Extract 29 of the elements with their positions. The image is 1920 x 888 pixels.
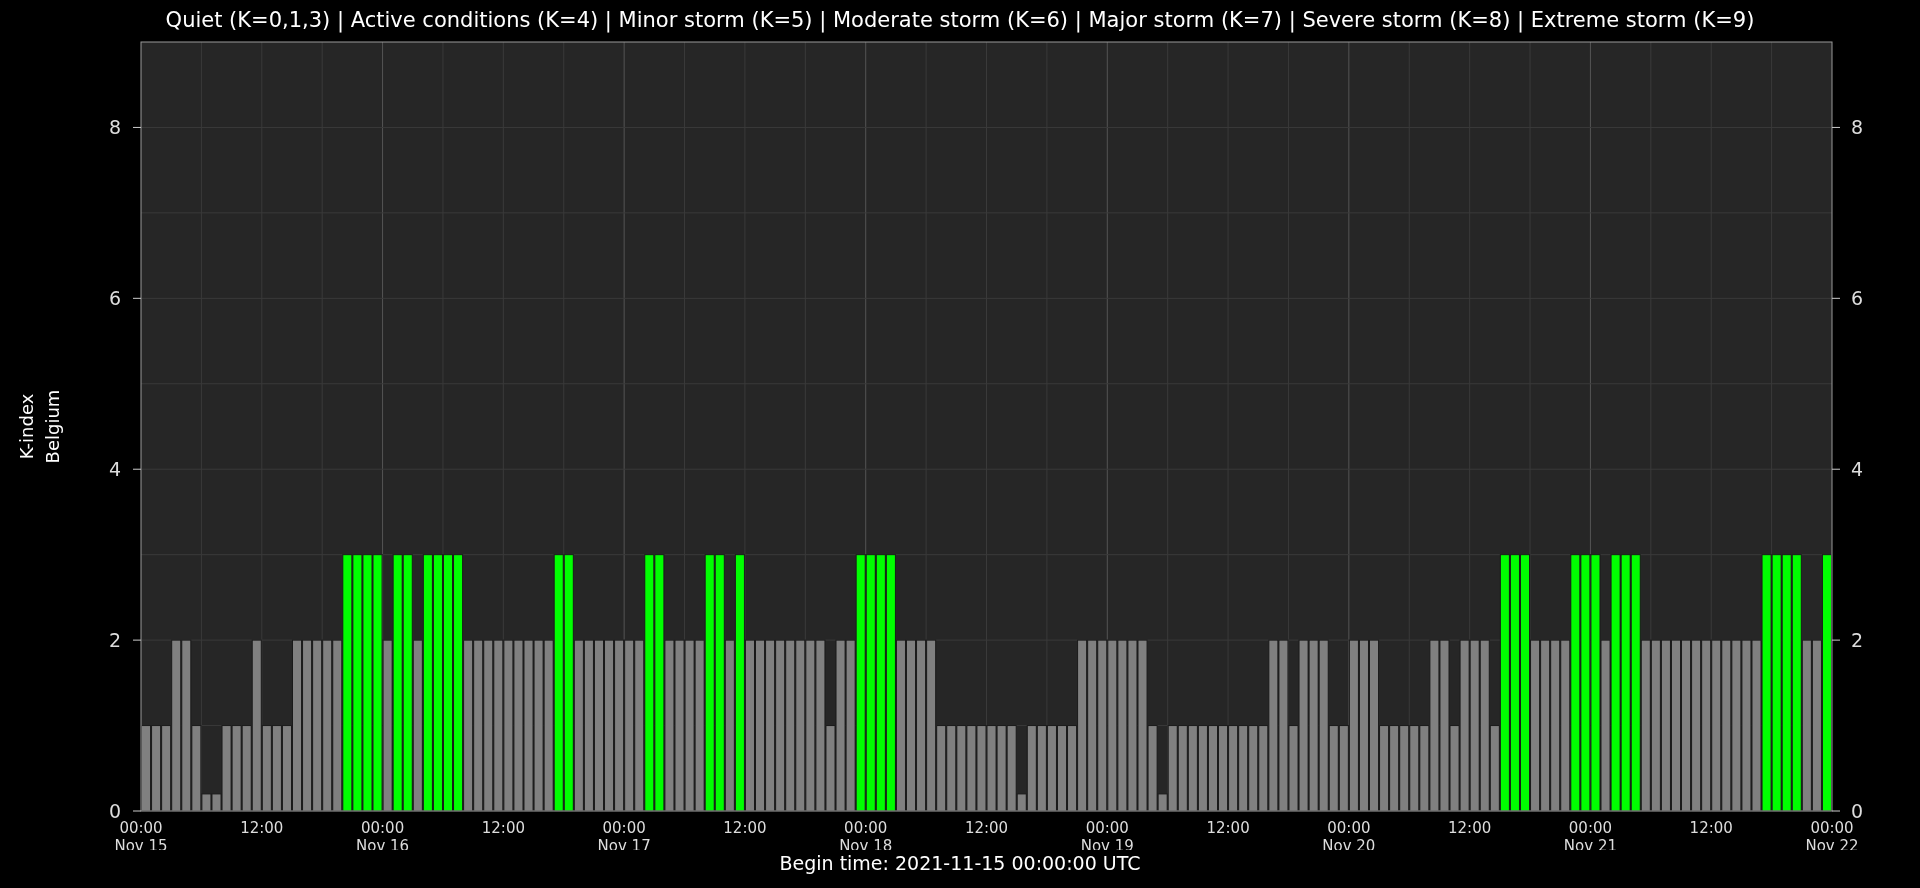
- y-axis-subtitle: Belgium: [42, 389, 63, 464]
- x-tick-label: 12:00: [1206, 819, 1250, 837]
- x-tick-label: 12:00: [1689, 819, 1733, 837]
- x-tick-label: 00:00: [360, 819, 405, 837]
- x-tick-label: 12:00: [240, 819, 284, 837]
- x-tick-label: 12:00: [723, 819, 767, 837]
- x-axis-title: Begin time: 2021-11-15 00:00:00 UTC: [779, 851, 1141, 875]
- y-axis-title: K-index: [16, 393, 37, 460]
- x-tick-label: 00:00: [119, 819, 163, 837]
- y-tick-label: 8: [108, 116, 121, 139]
- x-tick-label: 12:00: [964, 819, 1009, 837]
- y-tick-label: 0: [1851, 800, 1864, 822]
- x-tick-label: 00:00: [1568, 819, 1613, 837]
- x-tick-label: 12:00: [1448, 819, 1492, 837]
- y-tick-label: 0: [108, 800, 121, 822]
- y-tick-label: 2: [108, 629, 121, 652]
- x-tick-label: 00:00: [1085, 819, 1129, 837]
- x-tick-label: 12:00: [481, 819, 525, 837]
- x-tick-label: 00:00: [1327, 819, 1371, 837]
- y-tick-label: 8: [1851, 116, 1864, 139]
- x-tick-label: 00:00: [1810, 819, 1854, 837]
- x-tick-label: 00:00: [602, 819, 646, 837]
- y-tick-label: 4: [1851, 458, 1864, 481]
- x-tick-label: 00:00: [844, 819, 888, 837]
- y-tick-label: 6: [1851, 287, 1864, 310]
- y-tick-label: 2: [1851, 629, 1864, 652]
- chart-title: Quiet (K=0,1,3) | Active conditions (K=4) | Minor storm (K=5) | Moderate storm (K=6) | Major storm (K=7) | Severe storm (K=8) | Extreme storm (K=9): [165, 7, 1755, 35]
- y-tick-label: 6: [108, 287, 121, 310]
- y-tick-label: 4: [108, 458, 121, 481]
